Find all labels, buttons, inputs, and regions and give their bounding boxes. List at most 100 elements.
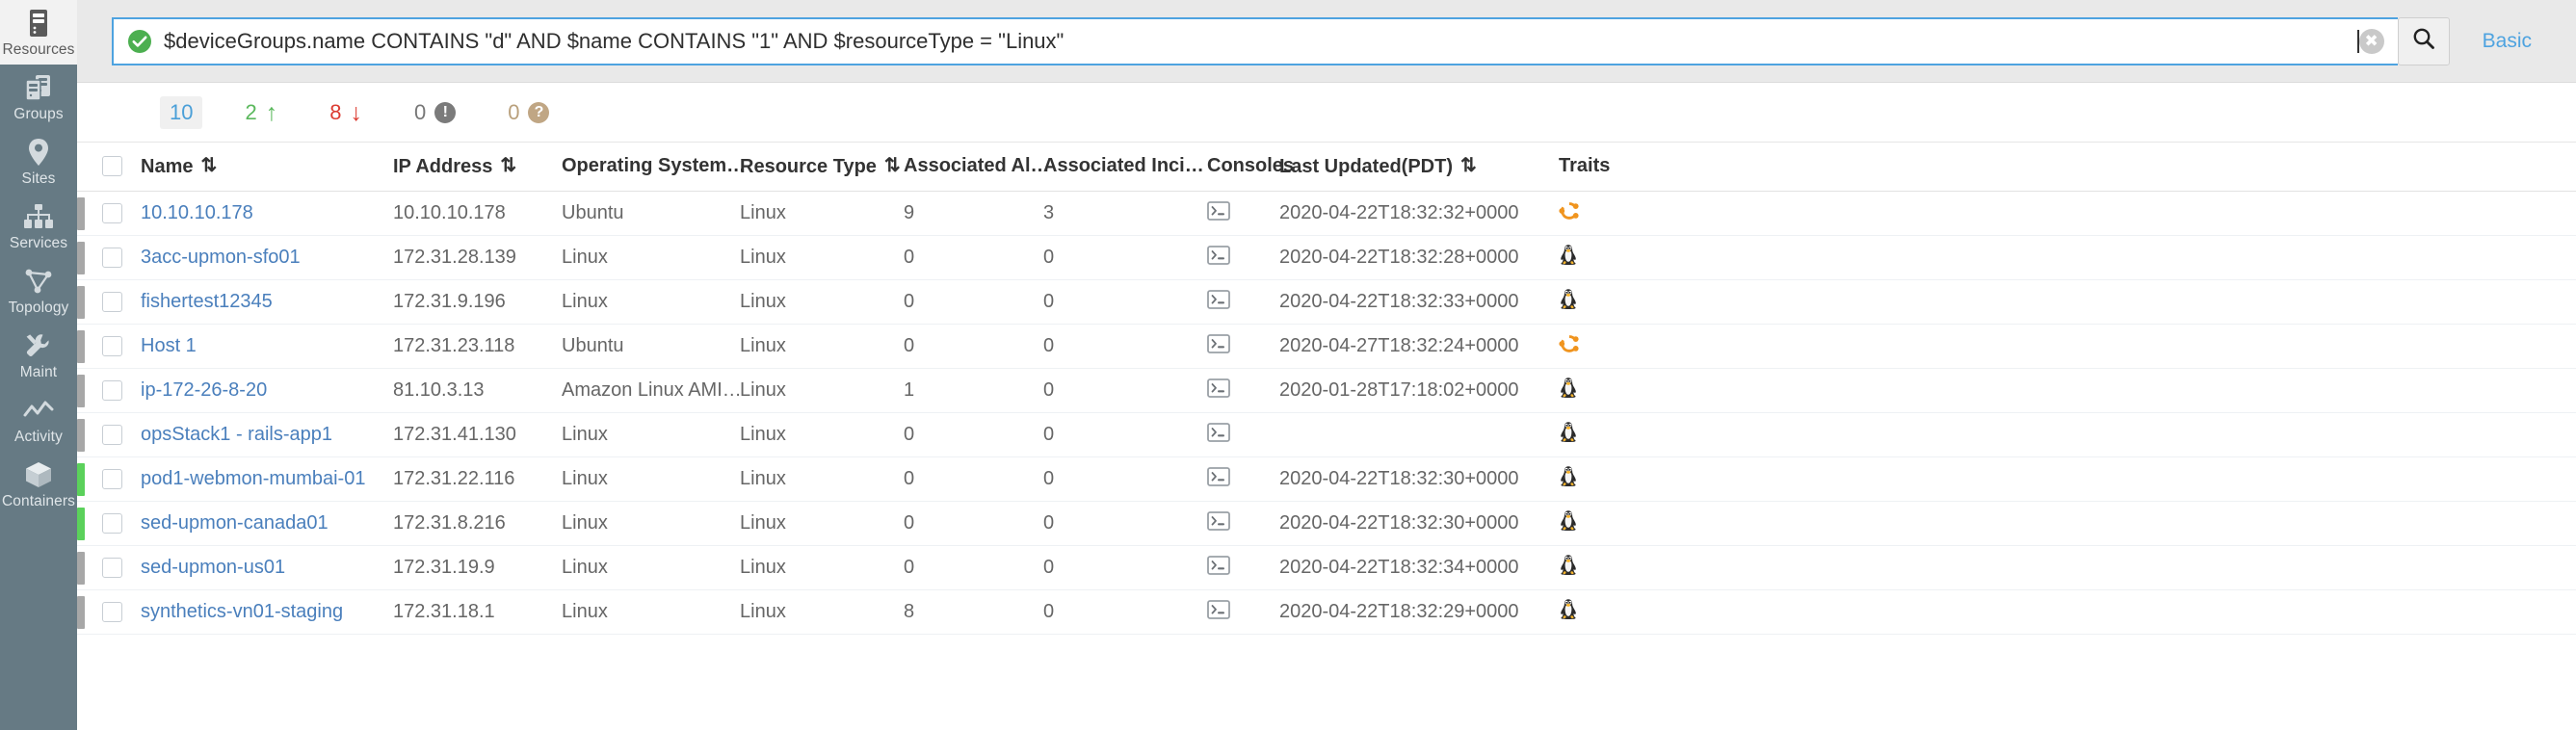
header-associated-alerts-label: Associated Al…: [904, 154, 1050, 176]
cell-resource-type: Linux: [740, 412, 904, 457]
cell-last-updated: 2020-04-27T18:32:24+0000: [1279, 324, 1559, 369]
resource-name-link[interactable]: pod1-webmon-mumbai-01: [141, 468, 365, 489]
clear-x-icon[interactable]: ✖: [2358, 28, 2384, 54]
table-row[interactable]: opsStack1 - rails-app1 172.31.41.130 Linux…: [77, 412, 2576, 457]
table-row[interactable]: 10.10.10.178 10.10.10.178 Ubuntu Linux 9 3 202…: [77, 191, 2576, 236]
cell-traits: [1559, 324, 2576, 369]
terminal-icon[interactable]: [1207, 245, 1230, 270]
counter-up[interactable]: 2 ↑: [235, 96, 287, 129]
header-last-updated[interactable]: Last Updated(PDT) ⇅: [1279, 143, 1559, 192]
header-associated-alerts[interactable]: Associated Al…: [904, 143, 1050, 192]
main-pane: $deviceGroups.name CONTAINS "d" AND $nam…: [77, 0, 2576, 730]
row-checkbox[interactable]: [102, 469, 122, 489]
row-status-cell: [77, 589, 102, 635]
row-select-cell: [102, 501, 141, 546]
search-button[interactable]: [2397, 16, 2450, 65]
resource-name-link[interactable]: synthetics-vn01-staging: [141, 601, 343, 622]
sort-icon[interactable]: ⇅: [884, 153, 901, 177]
resource-name-link[interactable]: 10.10.10.178: [141, 202, 253, 223]
table-row[interactable]: sed-upmon-canada01 172.31.8.216 Linux Linux…: [77, 501, 2576, 546]
cell-traits: [1559, 279, 2576, 325]
info-badge-icon: !: [434, 101, 457, 123]
sidebar-item-topology[interactable]: Topology: [0, 258, 77, 323]
row-status-cell: [77, 324, 102, 369]
cell-associated-incidents: 0: [1043, 545, 1207, 590]
row-checkbox[interactable]: [102, 292, 122, 312]
sidebar-item-maint[interactable]: Maint: [0, 323, 77, 387]
sort-icon[interactable]: ⇅: [200, 153, 217, 177]
terminal-icon[interactable]: [1207, 289, 1230, 314]
table-row[interactable]: Host 1 172.31.23.118 Ubuntu Linux 0 0 2020-04-…: [77, 324, 2576, 369]
row-checkbox[interactable]: [102, 380, 122, 401]
sidebar-item-services[interactable]: Services: [0, 194, 77, 258]
header-ip[interactable]: IP Address ⇅: [393, 143, 562, 192]
row-select-cell: [102, 324, 141, 369]
row-status-cell: [77, 368, 102, 413]
resource-name-link[interactable]: fishertest12345: [141, 291, 273, 312]
resource-name-link[interactable]: Host 1: [141, 335, 197, 356]
cell-associated-alerts: 0: [904, 235, 1043, 280]
search-mode-toggle[interactable]: Basic: [2483, 30, 2532, 53]
sidebar-item-activity[interactable]: Activity: [0, 387, 77, 452]
sort-icon[interactable]: ⇅: [500, 153, 516, 177]
table-row[interactable]: 3acc-upmon-sfo01 172.31.28.139 Linux Linux 0…: [77, 235, 2576, 280]
header-associated-incidents[interactable]: Associated Inci…: [1043, 143, 1207, 192]
row-checkbox[interactable]: [102, 558, 122, 578]
cell-ip: 172.31.18.1: [393, 589, 562, 635]
resource-name-link[interactable]: sed-upmon-canada01: [141, 512, 329, 534]
sort-icon[interactable]: ⇅: [1460, 153, 1477, 177]
terminal-icon[interactable]: [1207, 422, 1230, 447]
terminal-icon[interactable]: [1207, 510, 1230, 535]
row-checkbox[interactable]: [102, 336, 122, 356]
cell-resource-type: Linux: [740, 279, 904, 325]
cell-console: [1207, 191, 1279, 236]
table-row[interactable]: synthetics-vn01-staging 172.31.18.1 Linux L…: [77, 589, 2576, 635]
resource-name-link[interactable]: opsStack1 - rails-app1: [141, 424, 332, 445]
table-header-row: Name ⇅ IP Address ⇅ Operating System… Reso…: [77, 143, 2576, 192]
cell-traits: [1559, 368, 2576, 413]
header-resource-type[interactable]: Resource Type ⇅: [740, 143, 904, 192]
sidebar-item-label: Resources: [2, 41, 75, 58]
header-os[interactable]: Operating System…: [562, 143, 746, 192]
resource-name-link[interactable]: 3acc-upmon-sfo01: [141, 247, 301, 268]
row-select-cell: [102, 368, 141, 413]
table-row[interactable]: fishertest12345 172.31.9.196 Linux Linux 0 0 2…: [77, 279, 2576, 325]
terminal-icon[interactable]: [1207, 378, 1230, 403]
row-checkbox[interactable]: [102, 513, 122, 534]
sidebar-item-sites[interactable]: Sites: [0, 129, 77, 194]
counter-down[interactable]: 8 ↓: [320, 96, 372, 129]
row-checkbox[interactable]: [102, 602, 122, 622]
cell-associated-alerts: 0: [904, 456, 1043, 502]
terminal-icon[interactable]: [1207, 555, 1230, 580]
header-traits[interactable]: Traits: [1559, 143, 2576, 192]
row-checkbox[interactable]: [102, 203, 122, 223]
terminal-icon[interactable]: [1207, 466, 1230, 491]
cell-last-updated: 2020-04-22T18:32:30+0000: [1279, 456, 1559, 502]
cell-last-updated: 2020-04-22T18:32:29+0000: [1279, 589, 1559, 635]
sidebar-item-groups[interactable]: Groups: [0, 65, 77, 129]
servers-icon: [23, 73, 54, 102]
table-row[interactable]: sed-upmon-us01 172.31.19.9 Linux Linux 0 0 202…: [77, 545, 2576, 590]
terminal-icon[interactable]: [1207, 333, 1230, 358]
search-input[interactable]: $deviceGroups.name CONTAINS "d" AND $nam…: [112, 16, 2398, 65]
select-all-checkbox[interactable]: [102, 155, 122, 176]
header-name[interactable]: Name ⇅: [141, 143, 393, 192]
counter-total[interactable]: 10: [160, 95, 203, 129]
table-row[interactable]: ip-172-26-8-20 81.10.3.13 Amazon Linux AMI…: [77, 368, 2576, 413]
resource-name-link[interactable]: sed-upmon-us01: [141, 557, 285, 578]
cell-console: [1207, 412, 1279, 457]
header-consoles[interactable]: Consoles: [1207, 143, 1294, 192]
sidebar-item-containers[interactable]: Containers: [0, 452, 77, 516]
table-row[interactable]: pod1-webmon-mumbai-01 172.31.22.116 Linux L…: [77, 456, 2576, 502]
cell-os: Ubuntu: [562, 324, 740, 369]
sidebar-item-resources[interactable]: Resources: [0, 0, 77, 65]
cell-associated-alerts: 0: [904, 412, 1043, 457]
counter-question[interactable]: 0?: [498, 96, 559, 129]
counter-unknown[interactable]: 0!: [405, 96, 465, 129]
row-checkbox[interactable]: [102, 248, 122, 268]
resource-name-link[interactable]: ip-172-26-8-20: [141, 379, 267, 401]
terminal-icon[interactable]: [1207, 599, 1230, 624]
row-checkbox[interactable]: [102, 425, 122, 445]
terminal-icon[interactable]: [1207, 200, 1230, 225]
cell-associated-alerts: 9: [904, 191, 1043, 236]
